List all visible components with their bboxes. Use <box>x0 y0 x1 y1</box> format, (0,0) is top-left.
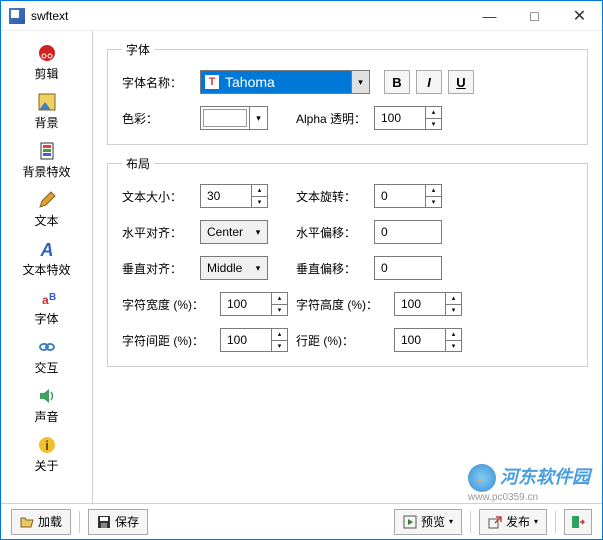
cwidth-label: 字符宽度 (%)： <box>122 296 220 313</box>
font-select[interactable]: T Tahoma ▾ <box>200 70 370 94</box>
font-fieldset: 字体 字体名称： T Tahoma ▾ B I U 色彩： ▾ <box>107 41 588 145</box>
chevron-down-icon: ▾ <box>249 257 267 279</box>
sidebar-item-text-effect[interactable]: A 文本特效 <box>1 235 92 284</box>
svg-text:i: i <box>45 438 49 453</box>
separator <box>79 511 80 533</box>
chevron-down-icon: ▾ <box>351 71 369 93</box>
svg-text:B: B <box>49 292 56 303</box>
lspace-spinner[interactable]: 100▴▾ <box>394 328 462 352</box>
chevron-down-icon: ▾ <box>249 221 267 243</box>
halign-combo[interactable]: Center▾ <box>200 220 268 244</box>
maximize-button[interactable]: □ <box>512 1 557 31</box>
valign-label: 垂直对齐： <box>122 260 200 277</box>
layout-legend: 布局 <box>122 155 154 172</box>
close-button[interactable]: ✕ <box>557 1 602 31</box>
font-t-icon: T <box>205 75 219 89</box>
cspace-label: 字符间距 (%)： <box>122 332 220 349</box>
alpha-label: Alpha 透明： <box>296 110 374 127</box>
sidebar-item-bg-effect[interactable]: 背景特效 <box>1 137 92 186</box>
italic-button[interactable]: I <box>416 70 442 94</box>
app-title: swftext <box>31 9 68 23</box>
cheight-label: 字符高度 (%)： <box>296 296 394 313</box>
color-swatch <box>203 109 247 127</box>
door-exit-icon <box>571 515 585 529</box>
content-panel: 字体 字体名称： T Tahoma ▾ B I U 色彩： ▾ <box>93 31 602 503</box>
letter-a-icon: A <box>37 239 57 259</box>
film-icon <box>37 141 57 161</box>
save-button[interactable]: 保存 <box>88 509 148 535</box>
minimize-button[interactable]: — <box>467 1 512 31</box>
scissors-icon <box>37 43 57 63</box>
voffset-input[interactable]: 0 <box>374 256 442 280</box>
info-icon: i <box>37 435 57 455</box>
exit-button[interactable] <box>564 509 592 535</box>
separator <box>470 511 471 533</box>
publish-button[interactable]: 发布 ▾ <box>479 509 547 535</box>
export-icon <box>488 515 502 529</box>
voffset-label: 垂直偏移： <box>296 260 374 277</box>
folder-open-icon <box>20 515 34 529</box>
floppy-icon <box>97 515 111 529</box>
separator <box>555 511 556 533</box>
chevron-down-icon: ▾ <box>534 517 538 526</box>
color-label: 色彩： <box>122 110 200 127</box>
chevron-down-icon: ▾ <box>249 107 267 129</box>
preview-button[interactable]: 预览 ▾ <box>394 509 462 535</box>
sidebar-item-text[interactable]: 文本 <box>1 186 92 235</box>
sidebar-item-about[interactable]: i 关于 <box>1 431 92 480</box>
pencil-icon <box>37 190 57 210</box>
hoffset-input[interactable]: 0 <box>374 220 442 244</box>
window-controls: — □ ✕ <box>467 1 602 31</box>
halign-label: 水平对齐： <box>122 224 200 241</box>
size-label: 文本大小： <box>122 188 200 205</box>
svg-text:a: a <box>42 293 49 307</box>
sidebar-item-sound[interactable]: 声音 <box>1 382 92 431</box>
lspace-label: 行距 (%)： <box>296 332 394 349</box>
load-button[interactable]: 加载 <box>11 509 71 535</box>
layout-fieldset: 布局 文本大小： 30▴▾ 文本旋转： 0▴▾ 水平对齐： Center▾ 水平… <box>107 155 588 367</box>
bottom-toolbar: 加载 保存 预览 ▾ 发布 ▾ <box>1 503 602 539</box>
play-icon <box>403 515 417 529</box>
valign-combo[interactable]: Middle▾ <box>200 256 268 280</box>
cwidth-spinner[interactable]: 100▴▾ <box>220 292 288 316</box>
image-icon <box>37 92 57 112</box>
cspace-spinner[interactable]: 100▴▾ <box>220 328 288 352</box>
sidebar-item-interact[interactable]: 交互 <box>1 333 92 382</box>
underline-button[interactable]: U <box>448 70 474 94</box>
svg-text:A: A <box>39 240 53 259</box>
font-legend: 字体 <box>122 41 154 58</box>
speaker-icon <box>37 386 57 406</box>
rotate-label: 文本旋转： <box>296 188 374 205</box>
main-area: 剪辑 背景 背景特效 文本 A 文本特效 aB 字体 交互 声音 <box>1 31 602 503</box>
hoffset-label: 水平偏移： <box>296 224 374 241</box>
link-icon <box>37 337 57 357</box>
sidebar-item-font[interactable]: aB 字体 <box>1 284 92 333</box>
chevron-down-icon: ▾ <box>449 517 453 526</box>
sidebar-item-clip[interactable]: 剪辑 <box>1 39 92 88</box>
size-spinner[interactable]: 30▴▾ <box>200 184 268 208</box>
font-icon: aB <box>37 288 57 308</box>
alpha-spinner[interactable]: 100 ▴▾ <box>374 106 442 130</box>
cheight-spinner[interactable]: 100▴▾ <box>394 292 462 316</box>
bold-button[interactable]: B <box>384 70 410 94</box>
app-icon <box>9 8 25 24</box>
font-name-label: 字体名称： <box>122 74 200 91</box>
titlebar: swftext — □ ✕ <box>1 1 602 31</box>
color-picker[interactable]: ▾ <box>200 106 268 130</box>
rotate-spinner[interactable]: 0▴▾ <box>374 184 442 208</box>
sidebar-item-background[interactable]: 背景 <box>1 88 92 137</box>
sidebar: 剪辑 背景 背景特效 文本 A 文本特效 aB 字体 交互 声音 <box>1 31 93 503</box>
